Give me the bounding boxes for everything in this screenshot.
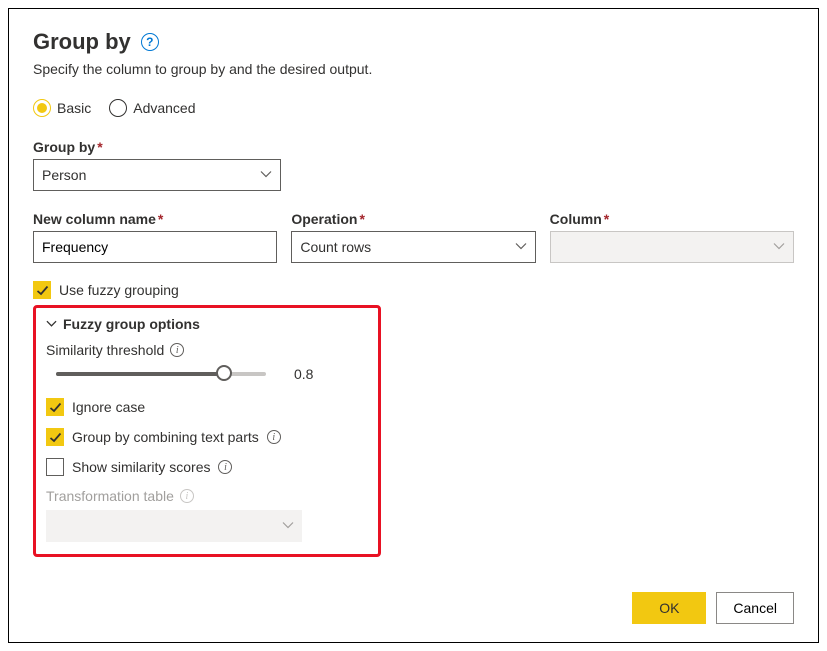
similarity-slider[interactable]	[56, 372, 266, 376]
dialog-subtitle: Specify the column to group by and the d…	[33, 61, 794, 77]
info-icon[interactable]: i	[267, 430, 281, 444]
group-by-label: Group by*	[33, 139, 281, 155]
transformation-dropdown	[46, 510, 302, 542]
column-dropdown	[550, 231, 794, 263]
group-by-dialog: Group by ? Specify the column to group b…	[8, 8, 819, 643]
similarity-slider-row: 0.8	[46, 366, 368, 382]
info-icon: i	[180, 489, 194, 503]
transformation-label: Transformation table	[46, 488, 174, 504]
radio-advanced[interactable]: Advanced	[109, 99, 195, 117]
combine-text-row: Group by combining text parts i	[46, 428, 368, 446]
column-field: Column*	[550, 211, 794, 263]
transformation-label-row: Transformation table i	[46, 488, 368, 504]
aggregation-row: New column name* Operation* Count rows C…	[33, 211, 794, 263]
similarity-label-row: Similarity threshold i	[46, 342, 368, 358]
slider-thumb[interactable]	[216, 365, 232, 381]
group-by-dropdown[interactable]: Person	[33, 159, 281, 191]
new-column-input[interactable]	[33, 231, 277, 263]
fuzzy-options-section: Fuzzy group options Similarity threshold…	[33, 305, 381, 557]
chevron-down-icon	[515, 239, 527, 255]
chevron-down-icon	[46, 316, 57, 332]
use-fuzzy-checkbox-row: Use fuzzy grouping	[33, 281, 794, 299]
show-scores-checkbox[interactable]	[46, 458, 64, 476]
radio-basic-label: Basic	[57, 100, 91, 116]
cancel-button[interactable]: Cancel	[716, 592, 794, 624]
info-icon[interactable]: i	[170, 343, 184, 357]
operation-label: Operation*	[291, 211, 535, 227]
radio-basic[interactable]: Basic	[33, 99, 91, 117]
ignore-case-row: Ignore case	[46, 398, 368, 416]
info-icon[interactable]: i	[218, 460, 232, 474]
show-scores-row: Show similarity scores i	[46, 458, 368, 476]
column-label: Column*	[550, 211, 794, 227]
group-by-value: Person	[42, 167, 86, 183]
similarity-value: 0.8	[294, 366, 313, 382]
combine-text-checkbox[interactable]	[46, 428, 64, 446]
combine-text-label: Group by combining text parts	[72, 429, 259, 445]
fuzzy-header-label: Fuzzy group options	[63, 316, 200, 332]
dialog-title: Group by	[33, 29, 131, 55]
dialog-footer: OK Cancel	[632, 592, 794, 624]
ignore-case-checkbox[interactable]	[46, 398, 64, 416]
operation-dropdown[interactable]: Count rows	[291, 231, 535, 263]
new-column-field: New column name*	[33, 211, 277, 263]
use-fuzzy-label: Use fuzzy grouping	[59, 282, 179, 298]
chevron-down-icon	[282, 518, 294, 534]
show-scores-label: Show similarity scores	[72, 459, 210, 475]
similarity-label: Similarity threshold	[46, 342, 164, 358]
radio-icon	[109, 99, 127, 117]
radio-icon	[33, 99, 51, 117]
operation-value: Count rows	[300, 239, 371, 255]
radio-advanced-label: Advanced	[133, 100, 195, 116]
new-column-label: New column name*	[33, 211, 277, 227]
mode-radio-group: Basic Advanced	[33, 99, 794, 117]
group-by-field: Group by* Person	[33, 139, 281, 191]
ok-button[interactable]: OK	[632, 592, 706, 624]
operation-field: Operation* Count rows	[291, 211, 535, 263]
help-icon[interactable]: ?	[141, 33, 159, 51]
chevron-down-icon	[260, 167, 272, 183]
use-fuzzy-checkbox[interactable]	[33, 281, 51, 299]
ignore-case-label: Ignore case	[72, 399, 145, 415]
chevron-down-icon	[773, 239, 785, 255]
dialog-header: Group by ?	[33, 29, 794, 55]
fuzzy-section-toggle[interactable]: Fuzzy group options	[46, 316, 368, 332]
